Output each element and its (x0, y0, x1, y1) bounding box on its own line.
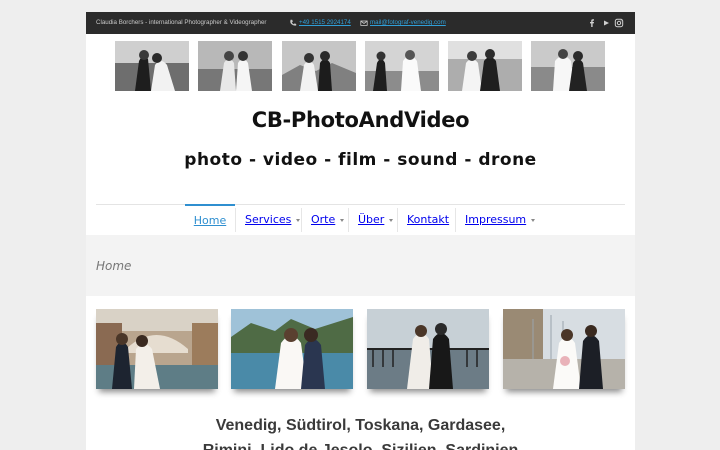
photo-pier[interactable] (367, 309, 489, 389)
nav-separator (301, 208, 302, 232)
phone-link[interactable]: +49 1515 2924174 (299, 12, 351, 34)
nav-separator (455, 208, 456, 232)
photo-harbor[interactable] (503, 309, 625, 389)
gallery-thumb-5[interactable] (448, 41, 522, 91)
nav-item-home[interactable]: Home (185, 204, 235, 235)
gallery-thumb-2[interactable] (198, 41, 272, 91)
chevron-down-icon (531, 218, 536, 222)
phone-icon (290, 19, 297, 26)
site-title[interactable]: CB-PhotoAndVideo (86, 108, 635, 132)
facebook-icon[interactable] (587, 18, 597, 28)
gallery-thumb-1[interactable] (115, 41, 189, 91)
locations-line-1: Venedig, Südtirol, Toskana, Gardasee, (215, 417, 506, 434)
chevron-down-icon (389, 218, 394, 222)
photo-venice[interactable] (96, 309, 218, 389)
photo-coast[interactable] (231, 309, 353, 389)
nav-item-impressum[interactable]: Impressum (465, 204, 536, 235)
main-nav: Home Services Orte Über Kontakt Impressu… (86, 204, 635, 235)
envelope-icon (360, 20, 368, 26)
nav-separator (235, 208, 236, 232)
nav-item-ueber[interactable]: Über (358, 204, 394, 235)
email-link[interactable]: mail@fotograf-venedig.com (370, 12, 446, 34)
gallery-thumb-3[interactable] (282, 41, 356, 91)
top-bar: Claudia Borchers - international Photogr… (86, 12, 635, 34)
page-container: Claudia Borchers - international Photogr… (86, 12, 635, 450)
youtube-icon[interactable] (601, 18, 611, 28)
owner-text: Claudia Borchers - international Photogr… (96, 19, 267, 26)
nav-item-orte[interactable]: Orte (311, 204, 345, 235)
nav-item-kontakt[interactable]: Kontakt (407, 204, 449, 235)
locations-line-2: Rimini, Lido de Jesolo, Sizilien, Sardin… (86, 442, 635, 450)
chevron-down-icon (296, 218, 301, 222)
nav-separator (348, 208, 349, 232)
site-tagline: photo - video - film - sound - drone (184, 150, 537, 170)
breadcrumb-band: Home (86, 235, 635, 296)
breadcrumb: Home (96, 259, 132, 273)
nav-separator (397, 208, 398, 232)
nav-item-services[interactable]: Services (245, 204, 301, 235)
instagram-icon[interactable] (614, 18, 624, 28)
chevron-down-icon (340, 218, 345, 222)
gallery-thumb-4[interactable] (365, 41, 439, 91)
gallery-thumb-6[interactable] (531, 41, 605, 91)
